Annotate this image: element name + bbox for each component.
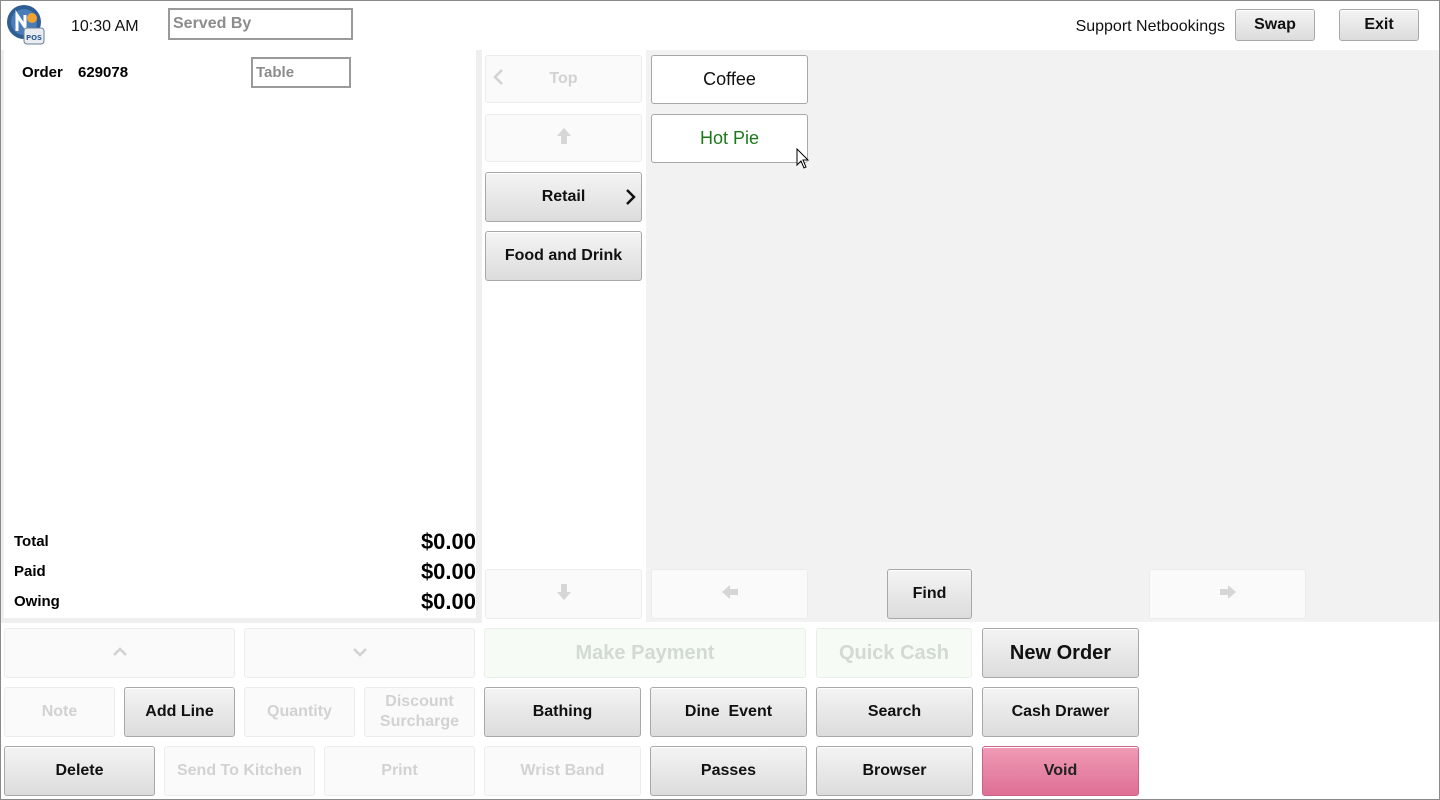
- bathing-button[interactable]: Bathing: [484, 687, 641, 737]
- order-number: 629078: [78, 64, 129, 81]
- wrist-band-button[interactable]: Wrist Band: [484, 746, 641, 796]
- surcharge-label: Surcharge: [379, 713, 460, 730]
- print-button[interactable]: Print: [324, 746, 475, 796]
- category-scroll-down-button[interactable]: [485, 569, 642, 619]
- search-button[interactable]: Search: [816, 687, 973, 737]
- order-line-up-button[interactable]: [4, 628, 235, 678]
- paid-value: $0.00: [420, 559, 476, 584]
- note-button[interactable]: Note: [4, 687, 115, 737]
- arrow-right-icon: [1219, 584, 1237, 605]
- total-value: $0.00: [420, 529, 476, 554]
- mouse-cursor-icon: [796, 147, 810, 170]
- owing-value: $0.00: [420, 589, 476, 614]
- order-label: Order: [22, 64, 63, 81]
- send-to-kitchen-button[interactable]: Send To Kitchen: [164, 746, 315, 796]
- chevron-right-icon: [625, 188, 637, 211]
- top-category-button[interactable]: Top: [485, 55, 642, 103]
- chevron-down-icon: [352, 644, 368, 662]
- category-scroll-up-button[interactable]: [485, 114, 642, 162]
- category-retail[interactable]: Retail: [485, 172, 642, 222]
- clock: 10:30 AM: [71, 18, 139, 35]
- paid-label: Paid: [14, 563, 46, 580]
- order-line-down-button[interactable]: [244, 628, 475, 678]
- quantity-button[interactable]: Quantity: [244, 687, 355, 737]
- chevron-left-icon: [492, 68, 504, 91]
- category-food-and-drink[interactable]: Food and Drink: [485, 231, 642, 281]
- arrow-up-icon: [556, 127, 572, 150]
- table-input[interactable]: [251, 57, 351, 88]
- category-retail-label: Retail: [541, 188, 586, 205]
- discount-surcharge-button[interactable]: Discount Surcharge: [364, 687, 475, 737]
- passes-button[interactable]: Passes: [650, 746, 807, 796]
- product-page-right-button[interactable]: [1149, 569, 1306, 619]
- order-panel-border-bottom: [0, 618, 482, 623]
- exit-button[interactable]: Exit: [1339, 9, 1419, 41]
- total-label: Total: [14, 533, 49, 550]
- arrow-down-icon: [556, 583, 572, 606]
- new-order-button[interactable]: New Order: [982, 628, 1139, 678]
- owing-label: Owing: [14, 593, 60, 610]
- arrow-left-icon: [721, 584, 739, 605]
- operator-name: Support Netbookings: [1075, 18, 1225, 35]
- product-page-left-button[interactable]: [651, 569, 808, 619]
- find-button[interactable]: Find: [887, 569, 972, 619]
- add-line-button[interactable]: Add Line: [124, 687, 235, 737]
- order-panel: [4, 54, 476, 618]
- nb-pos-logo: POS: [6, 4, 46, 46]
- product-coffee[interactable]: Coffee: [651, 55, 808, 104]
- chevron-up-icon: [112, 644, 128, 662]
- top-category-label: Top: [549, 70, 578, 87]
- void-button[interactable]: Void: [982, 746, 1139, 796]
- browser-button[interactable]: Browser: [816, 746, 973, 796]
- swap-button[interactable]: Swap: [1235, 9, 1315, 41]
- dine-event-button[interactable]: Dine Event: [650, 687, 807, 737]
- discount-label: Discount: [385, 693, 454, 710]
- svg-text:POS: POS: [26, 34, 42, 42]
- make-payment-button[interactable]: Make Payment: [484, 628, 806, 678]
- served-by-input[interactable]: [168, 8, 353, 40]
- quick-cash-button[interactable]: Quick Cash: [816, 628, 972, 678]
- delete-button[interactable]: Delete: [4, 746, 155, 796]
- product-hot-pie[interactable]: Hot Pie: [651, 114, 808, 163]
- cash-drawer-button[interactable]: Cash Drawer: [982, 687, 1139, 737]
